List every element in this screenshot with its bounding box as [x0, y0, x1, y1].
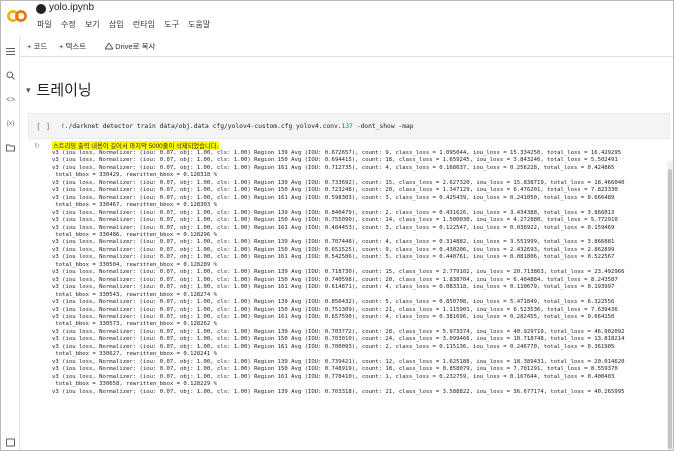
add-text-button[interactable]: + 텍스트 [59, 41, 86, 52]
menu-edit[interactable]: 수정 [61, 20, 76, 29]
log-line: v3 (iou loss, Normalizer: (iou: 0.07, ob… [52, 254, 615, 261]
log-line: v3 (iou loss, Normalizer: (iou: 0.07, ob… [52, 187, 618, 194]
section-title: 트레이닝 [36, 82, 92, 99]
log-line: v3 (iou loss, Normalizer: (iou: 0.07, ob… [52, 306, 618, 313]
cell-output: ↻ 스트리밍 출력 내용이 길어서 마지막 5000줄이 삭제되었습니다. v3… [28, 140, 668, 450]
copy-to-drive-button[interactable]: Drive로 복사 [104, 41, 156, 52]
log-line: v3 (iou loss, Normalizer: (iou: 0.07, ob… [52, 246, 615, 253]
truncation-warning: 스트리밍 출력 내용이 길어서 마지막 5000줄이 삭제되었습니다. [52, 141, 220, 150]
log-line: v3 (iou loss, Normalizer: (iou: 0.07, ob… [52, 343, 615, 350]
log-line: v3 (iou loss, Normalizer: (iou: 0.07, ob… [52, 336, 625, 343]
menu-file[interactable]: 파일 [37, 20, 52, 29]
menu-bar: 파일 수정 보기 삽입 런타임 도구 도움말 [37, 19, 217, 30]
section-heading: ▾ 트레이닝 [26, 79, 92, 100]
code-snippets-icon[interactable]: <> [6, 95, 15, 104]
log-line: v3 (iou loss, Normalizer: (iou: 0.07, ob… [52, 313, 615, 320]
notebook-title[interactable]: yolo.ipynb [49, 2, 94, 13]
log-line: v3 (iou loss, Normalizer: (iou: 0.07, ob… [52, 150, 622, 156]
search-icon[interactable] [6, 71, 15, 80]
github-icon [36, 4, 46, 14]
training-log: v3 (iou loss, Normalizer: (iou: 0.07, ob… [52, 150, 625, 396]
log-line: total_bbox = 330429, rewritten_bbox = 0.… [52, 172, 218, 179]
output-actions-icon[interactable]: ↻ [34, 142, 40, 150]
menu-runtime[interactable]: 런타임 [133, 20, 155, 29]
log-line: total_bbox = 330627, rewritten_bbox = 0.… [52, 351, 218, 358]
log-line: v3 (iou loss, Normalizer: (iou: 0.07, ob… [52, 217, 618, 224]
code-flags: -dont_show -map [352, 123, 414, 130]
log-line: total_bbox = 330658, rewritten_bbox = 0.… [52, 381, 218, 388]
log-line: v3 (iou loss, Normalizer: (iou: 0.07, ob… [52, 373, 615, 380]
log-line: v3 (iou loss, Normalizer: (iou: 0.07, ob… [52, 328, 625, 335]
toolbar: + 코드 + 텍스트 Drive로 복사 [1, 36, 673, 57]
log-line: v3 (iou loss, Normalizer: (iou: 0.07, ob… [52, 157, 618, 164]
log-line: v3 (iou loss, Normalizer: (iou: 0.07, ob… [52, 179, 625, 186]
log-line: v3 (iou loss, Normalizer: (iou: 0.07, ob… [52, 366, 618, 373]
table-of-contents-icon[interactable] [6, 47, 15, 56]
code-number: 137 [341, 123, 353, 130]
menu-view[interactable]: 보기 [85, 20, 100, 29]
variables-icon[interactable]: {x} [6, 119, 15, 128]
notebook-window: yolo.ipynb 파일 수정 보기 삽입 런타임 도구 도움말 + 코드 +… [0, 0, 674, 451]
run-cell-button[interactable]: [ ] [36, 122, 50, 131]
log-line: total_bbox = 330543, rewritten_bbox = 0.… [52, 291, 218, 298]
drive-icon [104, 42, 114, 50]
log-line: v3 (iou loss, Normalizer: (iou: 0.07, ob… [52, 194, 615, 201]
files-icon[interactable] [6, 143, 15, 152]
log-line: v3 (iou loss, Normalizer: (iou: 0.07, ob… [52, 224, 615, 231]
log-line: total_bbox = 330573, rewritten_bbox = 0.… [52, 321, 218, 328]
scrollbar-thumb[interactable] [668, 169, 672, 449]
header: yolo.ipynb 파일 수정 보기 삽입 런타임 도구 도움말 [1, 1, 673, 35]
menu-help[interactable]: 도움말 [188, 20, 210, 29]
log-line: v3 (iou loss, Normalizer: (iou: 0.07, ob… [52, 299, 615, 306]
log-line: v3 (iou loss, Normalizer: (iou: 0.07, ob… [52, 284, 615, 291]
log-line: v3 (iou loss, Normalizer: (iou: 0.07, ob… [52, 276, 618, 283]
menu-tools[interactable]: 도구 [164, 20, 179, 29]
add-code-button[interactable]: + 코드 [27, 41, 47, 52]
collapse-chevron-icon[interactable]: ▾ [26, 85, 31, 95]
code-editor[interactable]: !./darknet detector train data/obj.data … [61, 123, 414, 130]
log-line: v3 (iou loss, Normalizer: (iou: 0.07, ob… [52, 269, 625, 276]
log-line: v3 (iou loss, Normalizer: (iou: 0.07, ob… [52, 209, 615, 216]
log-line: v3 (iou loss, Normalizer: (iou: 0.07, ob… [52, 358, 625, 365]
colab-logo[interactable] [7, 9, 27, 23]
menu-insert[interactable]: 삽입 [109, 20, 124, 29]
log-line: v3 (iou loss, Normalizer: (iou: 0.07, ob… [52, 388, 625, 395]
left-sidebar: <> {x} [1, 36, 20, 450]
code-command: !./darknet detector train data/obj.data … [61, 123, 342, 130]
code-cell[interactable]: [ ] !./darknet detector train data/obj.d… [28, 113, 670, 139]
log-line: total_bbox = 330486, rewritten_bbox = 0.… [52, 231, 218, 238]
log-line: total_bbox = 330504, rewritten_bbox = 0.… [52, 261, 218, 268]
log-line: total_bbox = 330467, rewritten_bbox = 0.… [52, 202, 218, 209]
terminal-icon[interactable] [6, 438, 15, 447]
copy-to-drive-label: Drive로 복사 [115, 42, 156, 51]
log-line: v3 (iou loss, Normalizer: (iou: 0.07, ob… [52, 239, 615, 246]
log-line: v3 (iou loss, Normalizer: (iou: 0.07, ob… [52, 164, 615, 171]
